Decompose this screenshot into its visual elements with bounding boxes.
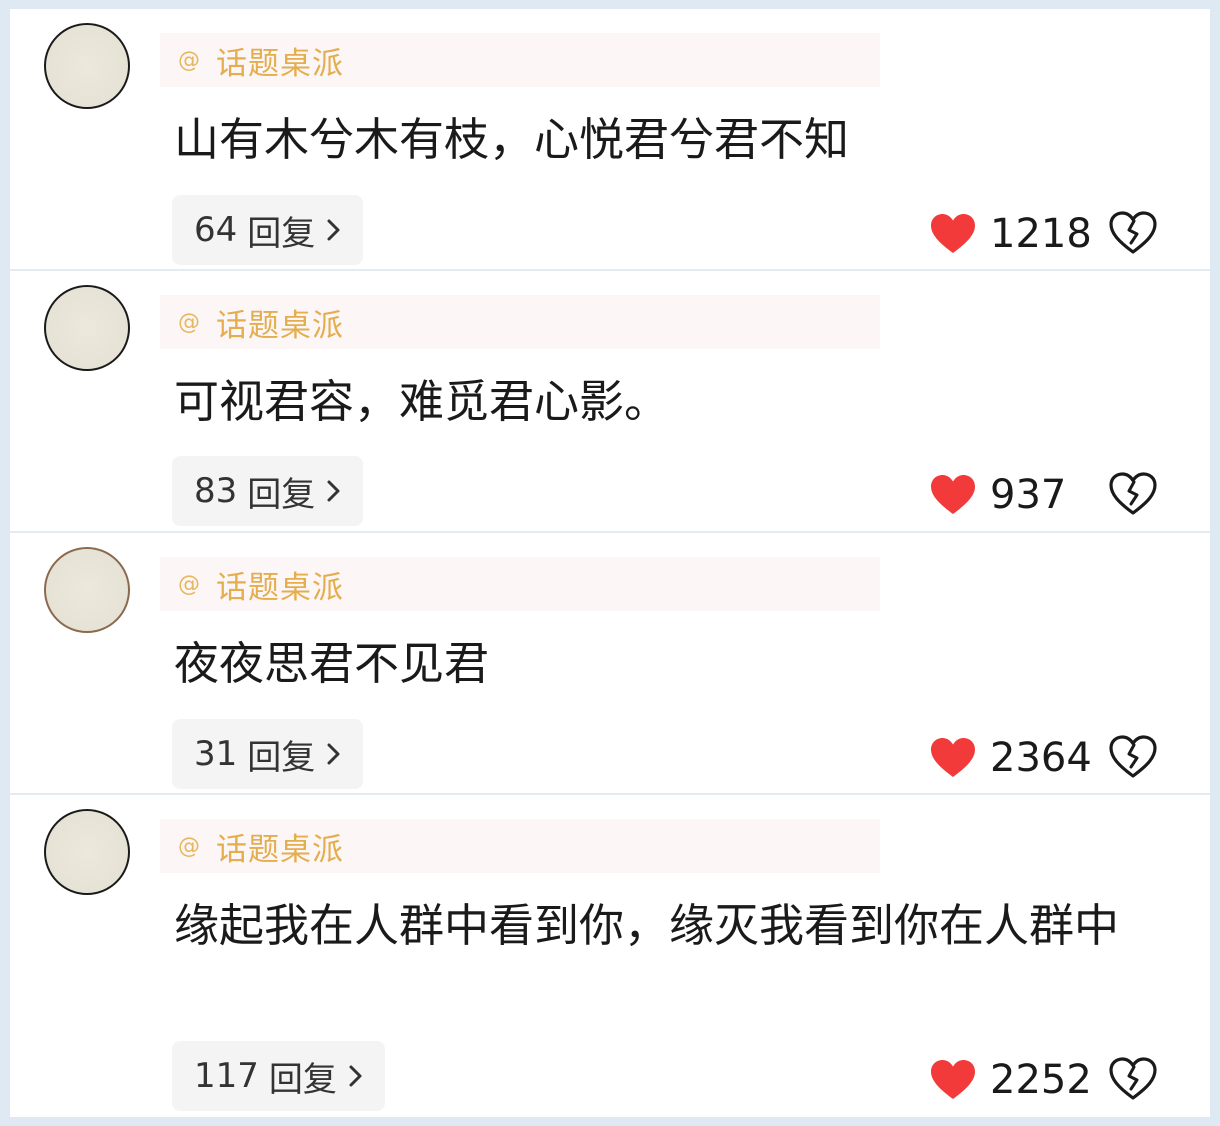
view-replies-button[interactable]: 83 回复 — [172, 456, 364, 526]
reply-label: 回复 — [247, 737, 316, 778]
reply-count: 64 — [194, 210, 238, 250]
like-button[interactable]: 2252 — [930, 1052, 1100, 1108]
heart-icon — [931, 1060, 975, 1099]
chevron-right-icon — [327, 480, 340, 502]
reply-label: 回复 — [247, 474, 316, 515]
at-symbol: @ — [178, 571, 200, 597]
view-replies-button[interactable]: 117 回复 — [172, 1041, 385, 1111]
username: 话题桌派 — [216, 831, 344, 868]
username: 话题桌派 — [216, 569, 344, 606]
user-avatar[interactable] — [44, 23, 130, 109]
comment-item: @ 话题桌派 可视君容，难觅君心影。 83 回复 937 — [10, 271, 1210, 531]
username-tag[interactable]: @ 话题桌派 — [160, 33, 880, 87]
chevron-right-icon — [349, 1065, 362, 1087]
heart-icon — [931, 214, 975, 253]
comment-item: @ 话题桌派 夜夜思君不见君 31 回复 2364 — [10, 533, 1210, 793]
like-button[interactable]: 937 — [930, 467, 1100, 523]
like-button[interactable]: 1218 — [930, 206, 1100, 262]
like-count: 2364 — [990, 735, 1092, 781]
broken-heart-icon[interactable] — [1108, 210, 1158, 256]
username-tag[interactable]: @ 话题桌派 — [160, 819, 880, 873]
reply-count: 117 — [194, 1056, 259, 1096]
user-avatar[interactable] — [44, 547, 130, 633]
chevron-right-icon — [327, 743, 340, 765]
comment-text: 缘起我在人群中看到你，缘灭我看到你在人群中 — [174, 899, 1120, 952]
at-symbol: @ — [178, 833, 200, 859]
broken-heart-icon[interactable] — [1108, 1056, 1158, 1102]
user-avatar[interactable] — [44, 285, 130, 371]
view-replies-button[interactable]: 31 回复 — [172, 719, 364, 789]
heart-icon — [931, 475, 975, 514]
username: 话题桌派 — [216, 307, 344, 344]
like-count: 1218 — [990, 211, 1092, 257]
comment-text: 夜夜思君不见君 — [174, 637, 490, 690]
like-count: 937 — [990, 472, 1067, 518]
username: 话题桌派 — [216, 45, 344, 82]
comment-item: @ 话题桌派 山有木兮木有枝，心悦君兮君不知 64 回复 1218 — [10, 9, 1210, 269]
at-symbol: @ — [178, 47, 200, 73]
view-replies-button[interactable]: 64 回复 — [172, 195, 364, 265]
username-tag[interactable]: @ 话题桌派 — [160, 295, 880, 349]
broken-heart-icon[interactable] — [1108, 471, 1158, 517]
reply-label: 回复 — [268, 1059, 337, 1100]
comment-text: 山有木兮木有枝，心悦君兮君不知 — [174, 113, 850, 166]
reply-label: 回复 — [247, 213, 316, 254]
like-count: 2252 — [990, 1057, 1092, 1103]
chevron-right-icon — [327, 219, 340, 241]
at-symbol: @ — [178, 309, 200, 335]
reply-count: 83 — [194, 471, 238, 511]
comment-item: @ 话题桌派 缘起我在人群中看到你，缘灭我看到你在人群中 117 回复 2252 — [10, 795, 1210, 1117]
like-button[interactable]: 2364 — [930, 730, 1100, 786]
broken-heart-icon[interactable] — [1108, 734, 1158, 780]
comment-text: 可视君容，难觅君心影。 — [174, 375, 670, 428]
user-avatar[interactable] — [44, 809, 130, 895]
comment-list: @ 话题桌派 山有木兮木有枝，心悦君兮君不知 64 回复 1218 @ 话题桌派… — [10, 9, 1210, 1117]
heart-icon — [931, 738, 975, 777]
username-tag[interactable]: @ 话题桌派 — [160, 557, 880, 611]
reply-count: 31 — [194, 734, 238, 774]
